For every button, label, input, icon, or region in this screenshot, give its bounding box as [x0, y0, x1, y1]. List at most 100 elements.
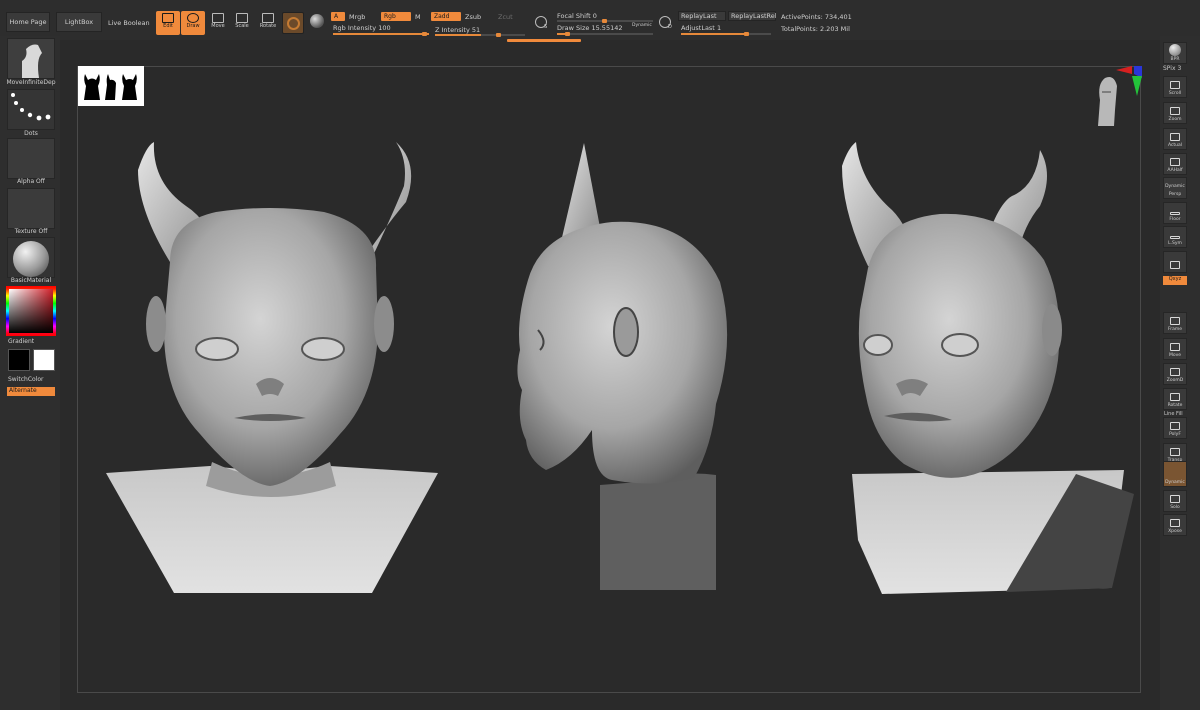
qxyz-button[interactable]: Qxyz: [1163, 276, 1187, 285]
adjust-last-fill: [681, 33, 747, 35]
rgb-intensity-knob[interactable]: [422, 32, 427, 36]
dynamic-toggle[interactable]: Dynamic: [632, 23, 652, 28]
xpose-button[interactable]: Xpose: [1163, 514, 1187, 536]
aahalf-button[interactable]: AAHalf: [1163, 153, 1187, 175]
z-intensity-label: Z Intensity 51: [435, 26, 480, 34]
draw-tool-button[interactable]: Draw: [181, 11, 205, 35]
material-sphere-icon: [287, 17, 300, 30]
lock-button[interactable]: [1163, 251, 1187, 273]
transparency-icon: [1170, 448, 1180, 456]
move-view-button[interactable]: Move: [1163, 338, 1187, 360]
zoom3d-button[interactable]: ZoomD: [1163, 363, 1187, 385]
total-points-readout: TotalPoints: 2.203 Mil: [781, 25, 850, 33]
dynamic-brush-button[interactable]: Dynamic: [1163, 461, 1187, 487]
rgb-intensity-fill: [333, 33, 429, 35]
z-intensity-slider[interactable]: [435, 33, 525, 37]
aahalf-icon: [1170, 158, 1180, 166]
zadd-toggle[interactable]: Zadd: [431, 12, 461, 21]
draw-size-knob[interactable]: [565, 32, 570, 36]
focal-shift-knob[interactable]: [602, 19, 607, 23]
floor-button[interactable]: Floor: [1163, 202, 1187, 224]
lightbox-button[interactable]: LightBox: [56, 12, 102, 32]
z-intensity-text: Z Intensity: [435, 26, 470, 34]
adjust-last-label: AdjustLast 1: [681, 24, 721, 32]
active-points-label: ActivePoints:: [781, 13, 823, 21]
polyf-button[interactable]: PolyF: [1163, 417, 1187, 439]
material-thumbnail[interactable]: [7, 237, 55, 278]
persp-dynamic-caption: Dynamic: [1165, 184, 1185, 189]
xpose-label: Xpose: [1168, 529, 1182, 534]
rotate-view-button[interactable]: Rotate: [1163, 388, 1187, 410]
scale-tool-button[interactable]: Scale: [230, 11, 254, 35]
adjust-last-knob[interactable]: [744, 32, 749, 36]
frame-button[interactable]: Frame: [1163, 312, 1187, 334]
a-toggle[interactable]: A: [331, 12, 345, 21]
zoom-button[interactable]: Zoom: [1163, 102, 1187, 124]
zoom3d-icon: [1170, 368, 1180, 376]
adjust-last-slider[interactable]: [681, 32, 771, 36]
z-intensity-knob[interactable]: [496, 33, 501, 37]
draw-label: Draw: [186, 23, 200, 29]
mrgb-toggle[interactable]: Mrgb: [349, 13, 365, 21]
home-page-button[interactable]: Home Page: [6, 12, 50, 32]
edit-tool-button[interactable]: Edit: [156, 11, 180, 35]
secondary-color-swatch[interactable]: [33, 349, 55, 371]
live-boolean-button[interactable]: Live Boolean: [108, 19, 150, 27]
rgb-toggle[interactable]: Rgb: [381, 12, 411, 21]
spix-control[interactable]: SPix 3: [1163, 65, 1189, 72]
document-canvas[interactable]: [77, 66, 1141, 693]
primary-color-swatch[interactable]: [8, 349, 30, 371]
texture-thumbnail[interactable]: [7, 188, 55, 229]
actual-button[interactable]: Actual: [1163, 128, 1187, 150]
s-label: S: [544, 24, 548, 30]
switch-color-label[interactable]: SwitchColor: [8, 376, 62, 383]
rgb-intensity-value: 100: [378, 24, 391, 32]
active-points-value: 734,401: [824, 13, 852, 21]
rgb-intensity-slider[interactable]: [333, 32, 429, 36]
focal-shift-slider[interactable]: [557, 19, 653, 23]
brush-label: MoveInfiniteDep: [6, 79, 56, 86]
rgb-intensity-label: Rgb Intensity 100: [333, 24, 391, 32]
color-picker[interactable]: [6, 286, 56, 336]
rotate-view-icon: [1170, 393, 1180, 401]
rotate-icon: [262, 13, 274, 23]
color-sphere-icon[interactable]: [310, 14, 324, 28]
edit-icon: [162, 13, 174, 23]
lock-icon: [1170, 261, 1180, 269]
scroll-label: Scroll: [1168, 91, 1182, 96]
solo-button[interactable]: Solo: [1163, 490, 1187, 512]
alternate-button[interactable]: Alternate: [7, 387, 55, 396]
texture-label: Texture Off: [14, 228, 48, 235]
move-tool-button[interactable]: Move: [206, 11, 230, 35]
lsym-button[interactable]: L.Sym: [1163, 226, 1187, 248]
m-toggle[interactable]: M: [415, 13, 421, 21]
alpha-thumbnail[interactable]: [7, 138, 55, 179]
symmetry-icon: [1170, 236, 1180, 239]
persp-button[interactable]: Dynamic Persp: [1163, 177, 1187, 199]
replay-last-rel-button[interactable]: ReplayLastRel: [728, 11, 777, 21]
material-label: BasicMaterial: [10, 277, 52, 284]
material-swatch-button[interactable]: [282, 12, 304, 34]
frame-icon: [1170, 317, 1180, 325]
scale-label: Scale: [235, 23, 249, 29]
zcut-toggle[interactable]: Zcut: [498, 13, 513, 21]
stroke-thumbnail[interactable]: [7, 89, 55, 130]
floor-label: Floor: [1169, 217, 1181, 222]
solo-icon: [1170, 495, 1180, 503]
xpose-icon: [1170, 519, 1180, 527]
replay-last-button[interactable]: ReplayLast: [678, 11, 726, 21]
scroll-button[interactable]: Scroll: [1163, 76, 1187, 98]
rotate-tool-button[interactable]: Rotate: [256, 11, 280, 35]
draw-size-value: 15.55142: [591, 24, 623, 32]
alpha-label: Alpha Off: [17, 178, 45, 185]
total-points-label: TotalPoints:: [781, 25, 818, 33]
zsub-toggle[interactable]: Zsub: [465, 13, 481, 21]
bpr-button[interactable]: BPR: [1163, 42, 1187, 64]
active-points-readout: ActivePoints: 734,401: [781, 13, 852, 21]
brush-thumbnail[interactable]: [7, 38, 55, 79]
move-brush-icon: [22, 44, 42, 78]
draw-size-slider[interactable]: [557, 32, 653, 36]
draw-size-label: Draw Size 15.55142: [557, 24, 622, 32]
zoom-label: Zoom: [1168, 117, 1182, 122]
d-label: D: [668, 24, 672, 30]
